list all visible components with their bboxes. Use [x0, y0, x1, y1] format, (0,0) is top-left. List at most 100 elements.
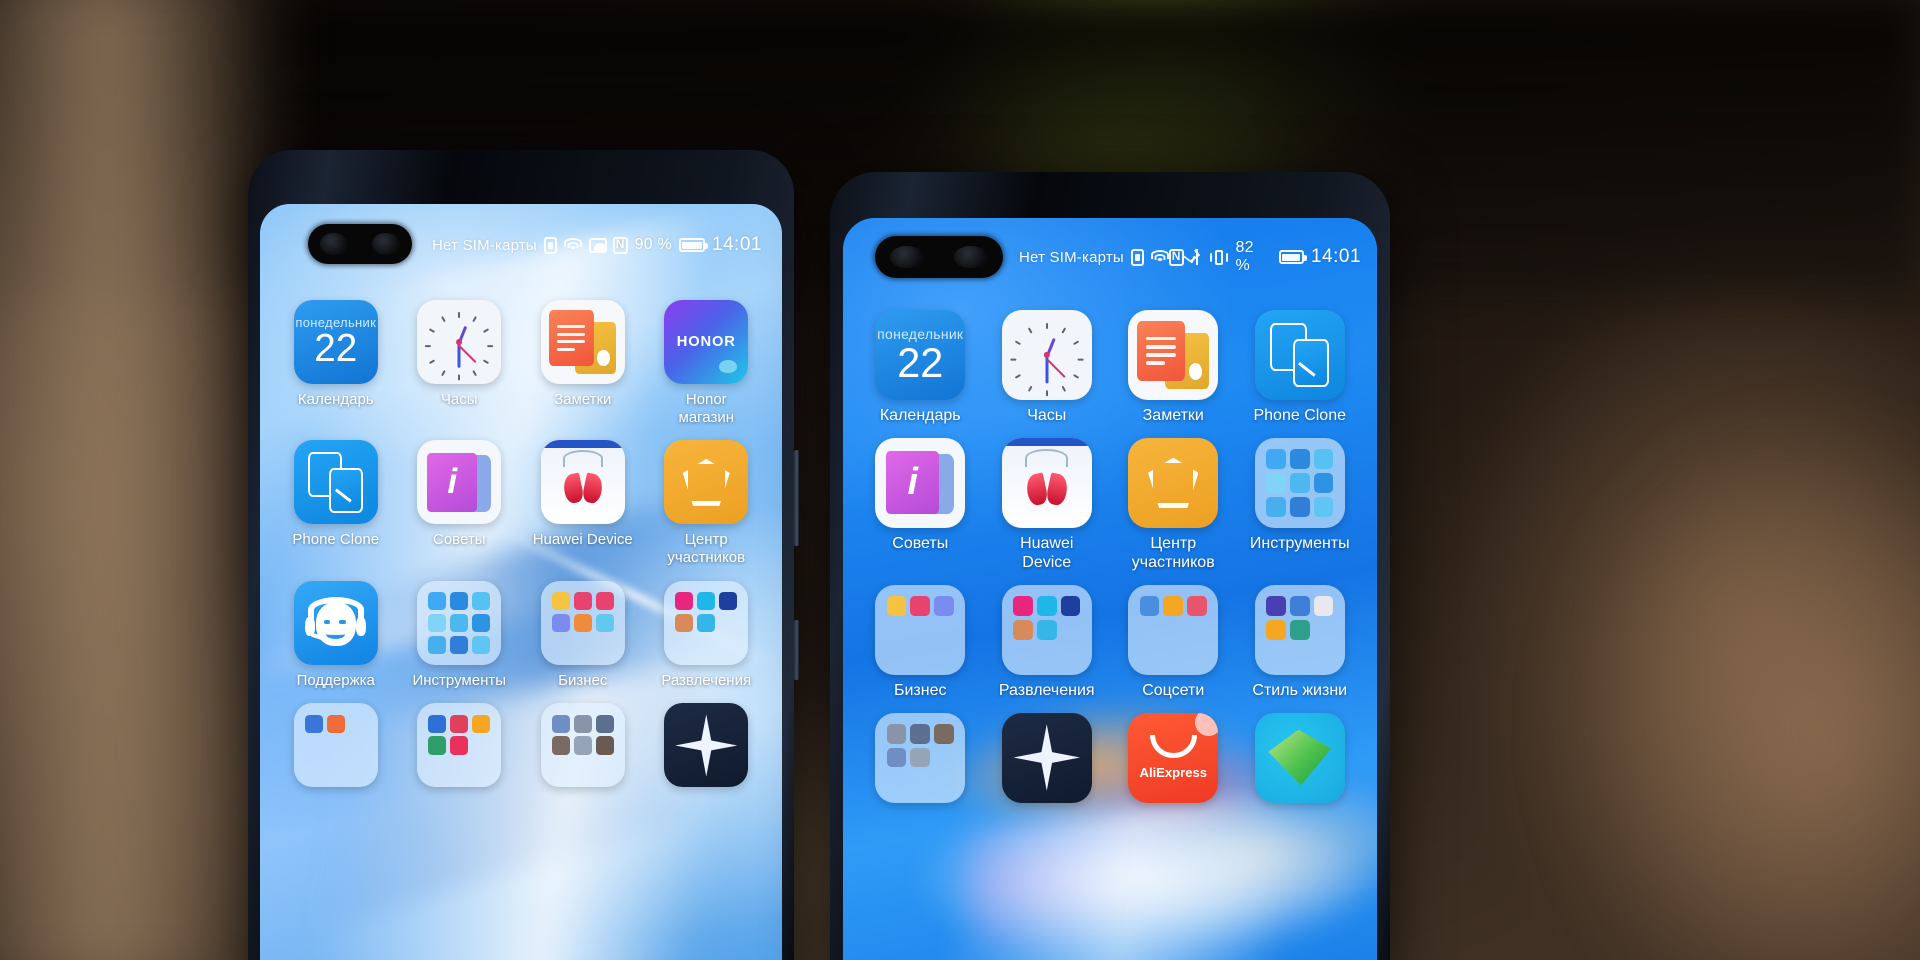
huawei-device-icon[interactable] — [540, 440, 625, 525]
app-label: Календарь — [879, 407, 961, 424]
app-item[interactable] — [1237, 712, 1364, 810]
tips-icon[interactable]: i — [417, 440, 502, 525]
folder-mini-icon — [675, 613, 694, 632]
app-item[interactable]: Стиль жизни — [1237, 584, 1364, 701]
folder-mini-icon — [1036, 596, 1057, 616]
app-item[interactable]: Центр участников — [645, 440, 769, 566]
folder-icon[interactable] — [664, 580, 749, 665]
aliexpress-icon[interactable]: AliExpress — [1128, 712, 1219, 803]
folder-icon[interactable] — [540, 580, 625, 665]
left-phone-volume-button[interactable] — [794, 620, 799, 680]
clock-icon[interactable] — [417, 300, 502, 384]
app-item[interactable] — [398, 703, 522, 794]
right-status-bar: Нет SIM-карты 82 % 14:01 — [843, 239, 1377, 274]
folder-mini-icon — [450, 591, 469, 610]
app-item[interactable]: Бизнес — [521, 580, 645, 690]
huawei-device-icon[interactable] — [1001, 437, 1092, 528]
app-item[interactable]: Соцсети — [1110, 584, 1237, 701]
folder-icon[interactable] — [293, 703, 378, 788]
folder-mini-icon — [1313, 473, 1334, 493]
cloud-icon — [588, 237, 607, 253]
calendar-icon[interactable]: понедельник 22 — [875, 310, 966, 400]
app-item[interactable]: Развлечения — [645, 580, 769, 690]
left-phone-power-button[interactable] — [794, 450, 799, 546]
phone-clone-icon[interactable] — [293, 440, 378, 525]
app-item[interactable]: понедельник 22 Календарь — [274, 300, 398, 426]
folder-mini-icon — [428, 635, 447, 654]
folder-mini-icon — [1013, 596, 1033, 616]
app-item[interactable]: Поддержка — [274, 580, 398, 690]
dark-star-icon[interactable] — [664, 703, 749, 788]
app-item[interactable] — [521, 703, 645, 794]
right-phone-screen[interactable]: Нет SIM-карты 82 % 14:01 понедельник22 Ка… — [843, 218, 1377, 960]
sim-icon — [543, 236, 557, 254]
honor-brand-text: HONOR — [676, 334, 736, 350]
app-label: Календарь — [297, 391, 374, 408]
app-item[interactable] — [857, 712, 984, 810]
tips-artwork: i — [886, 451, 955, 515]
folder-icon[interactable] — [1001, 584, 1092, 675]
app-item[interactable]: Развлечения — [984, 584, 1111, 701]
folder-icon[interactable] — [417, 703, 502, 788]
app-item[interactable]: Бизнес — [857, 584, 984, 701]
app-item[interactable] — [274, 703, 398, 794]
app-item[interactable]: Phone Clone — [1237, 310, 1364, 426]
nfc-icon — [1168, 248, 1184, 266]
app-item[interactable]: Часы — [398, 300, 522, 426]
folder-mini-icon — [428, 736, 447, 755]
app-item[interactable]: i Советы — [857, 437, 984, 573]
folder-icon[interactable] — [1254, 437, 1345, 528]
app-item[interactable] — [984, 712, 1111, 810]
leaf-glyph — [1268, 729, 1332, 786]
folder-mini-icon — [697, 613, 716, 632]
honor-store-icon[interactable]: HONOR — [664, 300, 749, 384]
app-item[interactable]: HONOR Honor магазин — [645, 300, 769, 426]
folder-icon[interactable] — [417, 580, 502, 665]
app-item[interactable]: понедельник 22 Календарь — [857, 310, 984, 426]
folder-icon[interactable] — [1128, 584, 1219, 675]
notes-icon[interactable] — [1128, 310, 1219, 400]
member-center-icon[interactable] — [664, 440, 749, 525]
phone-clone-icon[interactable] — [1254, 310, 1345, 400]
app-item[interactable] — [645, 703, 769, 794]
app-item[interactable]: Инструменты — [398, 580, 522, 690]
left-phone-screen[interactable]: Нет SIM-карты 90 % 14:01 понедельник22 Ка… — [260, 204, 782, 960]
folder-mini-icon — [1036, 619, 1057, 640]
app-item[interactable]: Huawei Device — [521, 440, 645, 566]
support-icon[interactable] — [293, 580, 378, 665]
tips-artwork: i — [427, 452, 492, 512]
dark-star-icon[interactable] — [1001, 712, 1092, 803]
app-item[interactable]: i Советы — [398, 440, 522, 566]
app-item[interactable]: AliExpress — [1110, 712, 1237, 810]
notes-artwork — [549, 310, 617, 374]
carrier-label: Нет SIM-карты — [432, 236, 537, 254]
app-item[interactable]: Phone Clone — [274, 440, 398, 566]
folder-icon[interactable] — [540, 703, 625, 788]
folder-mini-icon — [1139, 596, 1160, 616]
folder-icon[interactable] — [875, 584, 966, 675]
folder-mini-icon — [428, 591, 447, 610]
calendar-icon[interactable]: понедельник 22 — [293, 300, 378, 384]
folder-mini-icon — [428, 613, 447, 632]
app-label: Развлечения — [661, 671, 752, 689]
app-item[interactable]: Инструменты — [1237, 437, 1364, 573]
folder-icon[interactable] — [1254, 584, 1345, 675]
app-item[interactable]: Huawei Device — [984, 437, 1111, 573]
member-gem-artwork — [682, 458, 730, 506]
folder-mini-icon — [450, 635, 469, 654]
tips-icon[interactable]: i — [875, 437, 966, 528]
app-item[interactable]: Центр участников — [1110, 437, 1237, 573]
folder-mini-icon — [1266, 473, 1286, 493]
folder-icon[interactable] — [875, 712, 966, 803]
app-item[interactable]: Заметки — [521, 300, 645, 426]
clock-icon[interactable] — [1001, 310, 1092, 400]
folder-mini-icon — [675, 591, 694, 610]
folder-mini-icon — [910, 723, 931, 744]
app-item[interactable]: Часы — [984, 310, 1111, 426]
folder-mini-icon — [450, 736, 469, 755]
app-item[interactable]: Заметки — [1110, 310, 1237, 426]
green-leaf-icon[interactable] — [1254, 712, 1345, 803]
carrier-label: Нет SIM-карты — [1019, 248, 1124, 266]
notes-icon[interactable] — [540, 300, 625, 384]
member-center-icon[interactable] — [1128, 437, 1219, 528]
